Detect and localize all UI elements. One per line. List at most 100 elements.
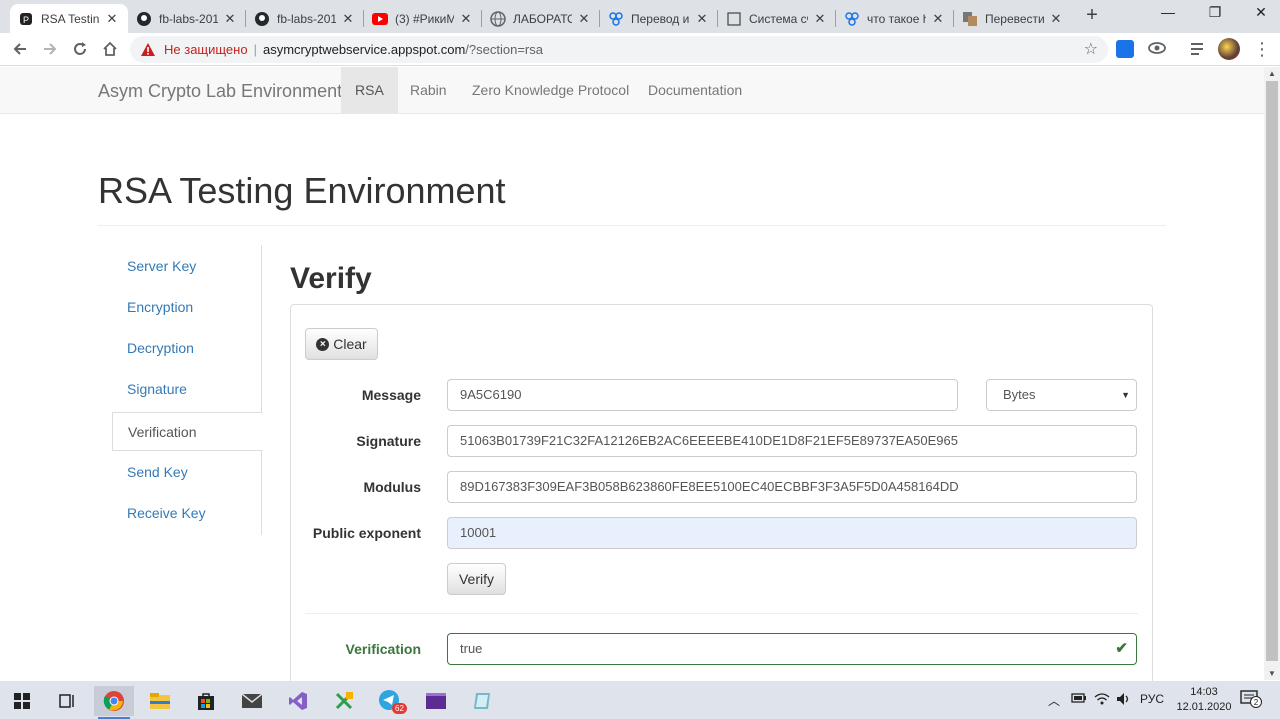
tab-youtube[interactable]: (3) #РикиМ ✕ — [364, 4, 482, 33]
notifications-icon[interactable]: 2 — [1240, 689, 1262, 712]
close-circle-icon: × — [316, 337, 330, 351]
telegram-icon[interactable]: 62 — [370, 686, 410, 716]
message-input[interactable]: 9A5C6190 — [447, 379, 958, 411]
close-icon[interactable]: ✕ — [694, 11, 710, 27]
visual-studio-icon[interactable] — [278, 686, 318, 716]
public-exponent-input[interactable]: 10001 — [447, 517, 1137, 549]
clock-date: 12.01.2020 — [1176, 701, 1232, 713]
terminal-icon[interactable] — [416, 686, 456, 716]
battery-icon[interactable] — [1071, 692, 1087, 707]
sidebar-item-decryption[interactable]: Decryption — [112, 329, 262, 368]
close-icon[interactable]: ✕ — [340, 11, 356, 27]
chrome-taskbar-icon[interactable] — [94, 686, 134, 719]
sidebar-item-receive-key[interactable]: Receive Key — [112, 494, 262, 533]
new-tab-button[interactable]: + — [1082, 5, 1102, 26]
menu-kebab-icon[interactable]: ⋮ — [1250, 38, 1274, 60]
notes-app-icon[interactable] — [462, 686, 502, 716]
reload-icon — [74, 42, 86, 55]
clock-time: 14:03 — [1190, 686, 1218, 698]
reload-button[interactable] — [68, 38, 92, 60]
tab-divider — [835, 10, 836, 27]
sidebar-item-signature[interactable]: Signature — [112, 370, 262, 409]
show-hidden-icons[interactable]: ︿ — [1048, 692, 1060, 709]
signature-input[interactable]: 51063B01739F21C32FA12126EB2AC6EEEEBE410D… — [447, 425, 1137, 457]
nav-documentation[interactable]: Documentation — [634, 67, 756, 114]
format-select-value: Bytes — [1003, 387, 1036, 402]
close-icon[interactable]: ✕ — [812, 11, 828, 27]
address-bar[interactable]: Не защищено | asymcryptwebservice.appspo… — [130, 36, 1108, 63]
scroll-up-icon[interactable]: ▲ — [1268, 69, 1276, 78]
form-divider — [305, 613, 1138, 614]
forward-button[interactable] — [38, 38, 62, 60]
youtube-icon — [372, 11, 388, 27]
store-icon[interactable] — [186, 686, 226, 716]
tab-fb-labs-2[interactable]: fb-labs-201 ✕ — [246, 4, 364, 33]
github-icon — [254, 11, 270, 27]
tab-translation[interactable]: Перевод и ✕ — [600, 4, 718, 33]
scroll-down-icon[interactable]: ▼ — [1268, 669, 1276, 678]
close-icon[interactable]: ✕ — [222, 11, 238, 27]
close-icon[interactable]: ✕ — [104, 11, 120, 27]
tab-system[interactable]: Система сч ✕ — [718, 4, 836, 33]
globe-icon — [490, 10, 506, 27]
language-indicator[interactable]: РУС — [1140, 692, 1164, 706]
mail-icon[interactable] — [232, 686, 272, 716]
format-select[interactable]: Bytes ▼ — [986, 379, 1137, 411]
restore-button[interactable]: ❐ — [1192, 4, 1238, 26]
close-icon[interactable]: ✕ — [1048, 11, 1064, 27]
volume-icon[interactable] — [1116, 692, 1132, 709]
section-title: Verify — [290, 262, 372, 295]
tab-rsa-testing[interactable]: P RSA Testing ✕ — [10, 4, 128, 33]
sidebar-item-encryption[interactable]: Encryption — [112, 288, 262, 327]
signature-label: Signature — [356, 433, 421, 449]
profile-avatar[interactable] — [1218, 38, 1240, 60]
system-clock[interactable]: 14:03 12.01.2020 — [1174, 685, 1234, 715]
page-scrollbar[interactable]: ▲ ▼ — [1264, 67, 1280, 680]
modulus-label: Modulus — [363, 479, 421, 495]
sidebar-item-verification[interactable]: Verification — [112, 412, 263, 451]
windows-start-icon[interactable] — [2, 686, 42, 716]
site-brand[interactable]: Asym Crypto Lab Environment — [98, 81, 342, 102]
scroll-thumb[interactable] — [1266, 81, 1278, 661]
nav-rabin[interactable]: Rabin — [396, 67, 461, 114]
verification-result-field[interactable]: true ✔ — [447, 633, 1137, 665]
verify-button[interactable]: Verify — [447, 563, 506, 595]
back-button[interactable] — [8, 38, 32, 60]
close-window-button[interactable]: ✕ — [1238, 4, 1280, 26]
sidebar-item-server-key[interactable]: Server Key — [112, 247, 262, 286]
clear-button[interactable]: × Clear — [305, 328, 378, 360]
file-explorer-icon[interactable] — [140, 686, 180, 716]
nav-zero-knowledge-protocol[interactable]: Zero Knowledge Protocol — [458, 67, 643, 114]
tab-divider — [717, 10, 718, 27]
minimize-button[interactable]: — — [1145, 4, 1191, 26]
url-path: /?section=rsa — [465, 42, 543, 57]
tab-title: fb-labs-201 — [277, 11, 336, 26]
task-view-icon[interactable] — [47, 686, 87, 716]
tab-fb-labs-1[interactable]: fb-labs-201 ✕ — [128, 4, 246, 33]
modulus-input[interactable]: 89D167383F309EAF3B058B623860FE8EE5100EC4… — [447, 471, 1137, 503]
close-icon[interactable]: ✕ — [458, 11, 474, 27]
github-icon — [136, 11, 152, 27]
eye-extension-icon[interactable] — [1148, 41, 1170, 63]
tab-what-is[interactable]: что такое h ✕ — [836, 4, 954, 33]
media-control-icon[interactable] — [1190, 41, 1212, 63]
public-exponent-label: Public exponent — [312, 525, 421, 541]
google-translate-icon — [962, 11, 978, 27]
wifi-icon[interactable] — [1094, 692, 1110, 709]
security-label[interactable]: Не защищено — [164, 42, 248, 57]
tab-translate[interactable]: Перевести ✕ — [954, 4, 1072, 33]
document-icon — [726, 11, 742, 27]
translate-extension-icon[interactable] — [1116, 40, 1134, 58]
vscode-extension-icon[interactable] — [324, 686, 364, 716]
sidebar-item-send-key[interactable]: Send Key — [112, 453, 262, 492]
bookmark-star-icon[interactable]: ☆ — [1084, 39, 1098, 59]
close-icon[interactable]: ✕ — [576, 11, 592, 27]
tab-laboratory[interactable]: ЛАБОРАТО ✕ — [482, 4, 600, 33]
close-icon[interactable]: ✕ — [930, 11, 946, 27]
home-button[interactable] — [98, 38, 122, 60]
svg-text:P: P — [23, 15, 29, 25]
tab-title: что такое h — [867, 11, 926, 26]
nav-rsa[interactable]: RSA — [341, 67, 398, 114]
page-title: RSA Testing Environment — [98, 170, 506, 211]
verification-result-value: true — [460, 641, 483, 656]
